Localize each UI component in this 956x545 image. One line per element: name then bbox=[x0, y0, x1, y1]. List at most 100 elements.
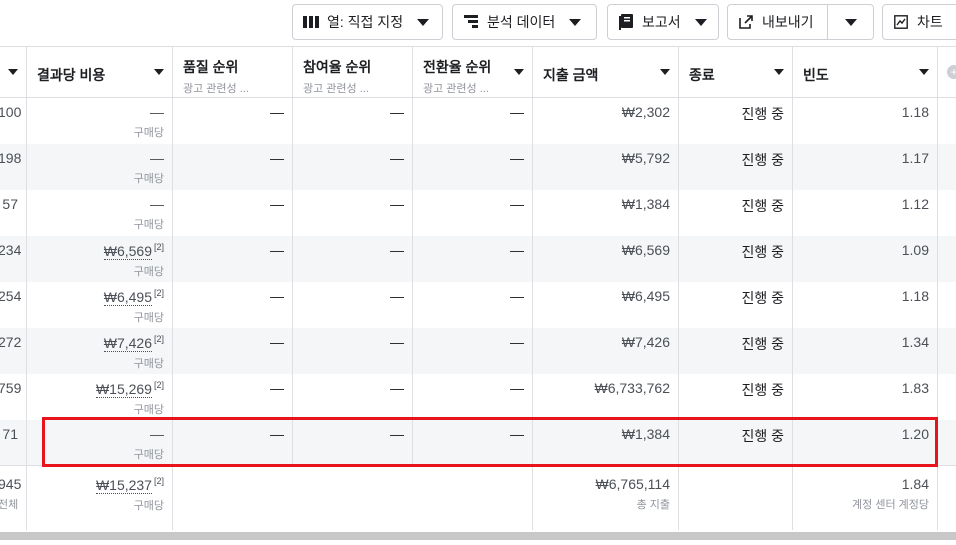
cost-per-result-cell: — 구매당 bbox=[27, 190, 173, 236]
quality-rank-cell: — bbox=[173, 328, 293, 374]
totals-row: 945 전체 ₩15,237 [2] 구매당 ₩6,765,114 총 지출 1.… bbox=[0, 465, 956, 530]
header-partial-column[interactable] bbox=[0, 47, 27, 97]
ads-table: 결과당 비용 품질 순위 광고 관련성 ... 참여율 순위 광고 관련성 ..… bbox=[0, 46, 956, 530]
frequency-cell: 1.34 bbox=[793, 328, 938, 374]
cost-per-result-cell: ₩7,426 [2] 구매당 bbox=[27, 328, 173, 374]
export-dropdown-button[interactable] bbox=[828, 4, 874, 40]
ends-cell: 진행 중 bbox=[679, 98, 793, 144]
table-row: 272 ₩7,426 [2] 구매당 — — — ₩7,426 진행 중 1.34 bbox=[0, 328, 956, 374]
reports-button[interactable]: 보고서 bbox=[607, 4, 719, 40]
frequency-cell: 1.18 bbox=[793, 98, 938, 144]
columns-icon bbox=[303, 14, 319, 30]
chart-button[interactable]: 차트 bbox=[882, 4, 956, 40]
table-header: 결과당 비용 품질 순위 광고 관련성 ... 참여율 순위 광고 관련성 ..… bbox=[0, 47, 956, 98]
partial-cell: 57 bbox=[0, 190, 27, 236]
ends-cell: 진행 중 bbox=[679, 236, 793, 282]
header-engagement-rank[interactable]: 참여율 순위 광고 관련성 ... bbox=[293, 47, 413, 97]
bottom-strip bbox=[0, 540, 956, 545]
ends-cell: 진행 중 bbox=[679, 374, 793, 420]
conversion-rank-cell: — bbox=[413, 328, 533, 374]
header-spend[interactable]: 지출 금액 bbox=[533, 47, 679, 97]
export-button[interactable]: 내보내기 bbox=[727, 4, 828, 40]
engagement-rank-cell: — bbox=[293, 328, 413, 374]
table-row: 100— 구매당 — — — ₩2,302 진행 중 1.18 bbox=[0, 98, 956, 144]
quality-rank-cell: — bbox=[173, 236, 293, 282]
header-conversion-rank[interactable]: 전환율 순위 광고 관련성 ... bbox=[413, 47, 533, 97]
partial-cell: 198 bbox=[0, 144, 27, 190]
engagement-rank-cell: — bbox=[293, 144, 413, 190]
conversion-rank-cell: — bbox=[413, 190, 533, 236]
total-spend: ₩6,765,114 총 지출 bbox=[533, 466, 679, 530]
quality-rank-cell: — bbox=[173, 282, 293, 328]
total-ends bbox=[679, 466, 793, 530]
quality-rank-cell: — bbox=[173, 374, 293, 420]
cost-per-result-cell: ₩6,495 [2] 구매당 bbox=[27, 282, 173, 328]
conversion-rank-cell: — bbox=[413, 236, 533, 282]
chevron-down-icon bbox=[694, 18, 707, 26]
conversion-rank-cell: — bbox=[413, 282, 533, 328]
table-row: 254 ₩6,495 [2] 구매당 — — — ₩6,495 진행 중 1.18 bbox=[0, 282, 956, 328]
engagement-rank-cell: — bbox=[293, 282, 413, 328]
frequency-cell: 1.09 bbox=[793, 236, 938, 282]
engagement-rank-cell: — bbox=[293, 374, 413, 420]
quality-rank-cell: — bbox=[173, 98, 293, 144]
total-partial-cell: 945 전체 bbox=[0, 466, 27, 530]
conversion-rank-cell: — bbox=[413, 374, 533, 420]
breakdown-label: 분석 데이터 bbox=[487, 14, 556, 30]
reports-label: 보고서 bbox=[642, 14, 681, 30]
frequency-cell: 1.17 bbox=[793, 144, 938, 190]
header-cost-per-result[interactable]: 결과당 비용 bbox=[27, 47, 173, 97]
chevron-down-icon bbox=[569, 18, 582, 26]
spend-cell: ₩7,426 bbox=[533, 328, 679, 374]
ends-cell: 진행 중 bbox=[679, 282, 793, 328]
highlight-box bbox=[42, 417, 938, 467]
columns-label: 열: 직접 지정 bbox=[327, 14, 404, 30]
partial-cell: 234 bbox=[0, 236, 27, 282]
partial-cell: 254 bbox=[0, 282, 27, 328]
table-row: 57— 구매당 — — — ₩1,384 진행 중 1.12 bbox=[0, 190, 956, 236]
columns-button[interactable]: 열: 직접 지정 bbox=[292, 4, 443, 40]
partial-cell: 272 bbox=[0, 328, 27, 374]
quality-rank-cell: — bbox=[173, 144, 293, 190]
breakdown-button[interactable]: 분석 데이터 bbox=[452, 4, 597, 40]
header-ends[interactable]: 종료 bbox=[679, 47, 793, 97]
total-rank-cells bbox=[173, 466, 533, 530]
spend-cell: ₩1,384 bbox=[533, 190, 679, 236]
chart-label: 차트 bbox=[917, 14, 943, 30]
partial-cell: 71 bbox=[0, 420, 27, 466]
total-cost-per-result: ₩15,237 [2] 구매당 bbox=[27, 466, 173, 530]
reports-icon bbox=[618, 14, 634, 30]
engagement-rank-cell: — bbox=[293, 190, 413, 236]
chart-icon bbox=[893, 14, 909, 30]
conversion-rank-cell: — bbox=[413, 144, 533, 190]
table-row: 198— 구매당 — — — ₩5,792 진행 중 1.17 bbox=[0, 144, 956, 190]
chevron-down-icon bbox=[514, 69, 524, 75]
add-column-icon[interactable]: + bbox=[947, 65, 956, 79]
spend-cell: ₩5,792 bbox=[533, 144, 679, 190]
spend-cell: ₩6,495 bbox=[533, 282, 679, 328]
table-row: 759 ₩15,269 [2] 구매당 — — — ₩6,733,762 진행 중 1.83 bbox=[0, 374, 956, 420]
header-quality-rank[interactable]: 품질 순위 광고 관련성 ... bbox=[173, 47, 293, 97]
chevron-down-icon bbox=[660, 69, 670, 75]
horizontal-scrollbar[interactable] bbox=[0, 532, 956, 540]
frequency-cell: 1.18 bbox=[793, 282, 938, 328]
ends-cell: 진행 중 bbox=[679, 190, 793, 236]
partial-cell: 100 bbox=[0, 98, 27, 144]
spend-cell: ₩2,302 bbox=[533, 98, 679, 144]
frequency-cell: 1.12 bbox=[793, 190, 938, 236]
partial-cell: 759 bbox=[0, 374, 27, 420]
engagement-rank-cell: — bbox=[293, 236, 413, 282]
chevron-down-icon bbox=[417, 18, 430, 26]
chevron-down-icon bbox=[154, 69, 164, 75]
engagement-rank-cell: — bbox=[293, 98, 413, 144]
header-frequency[interactable]: 빈도 bbox=[793, 47, 938, 97]
ends-cell: 진행 중 bbox=[679, 328, 793, 374]
conversion-rank-cell: — bbox=[413, 98, 533, 144]
cost-per-result-cell: — 구매당 bbox=[27, 144, 173, 190]
reporting-toolbar: 열: 직접 지정 분석 데이터 보고서 내보내기 차트 bbox=[0, 0, 956, 46]
spend-cell: ₩6,733,762 bbox=[533, 374, 679, 420]
quality-rank-cell: — bbox=[173, 190, 293, 236]
export-label: 내보내기 bbox=[762, 14, 814, 30]
export-icon bbox=[738, 14, 754, 30]
spend-cell: ₩6,569 bbox=[533, 236, 679, 282]
